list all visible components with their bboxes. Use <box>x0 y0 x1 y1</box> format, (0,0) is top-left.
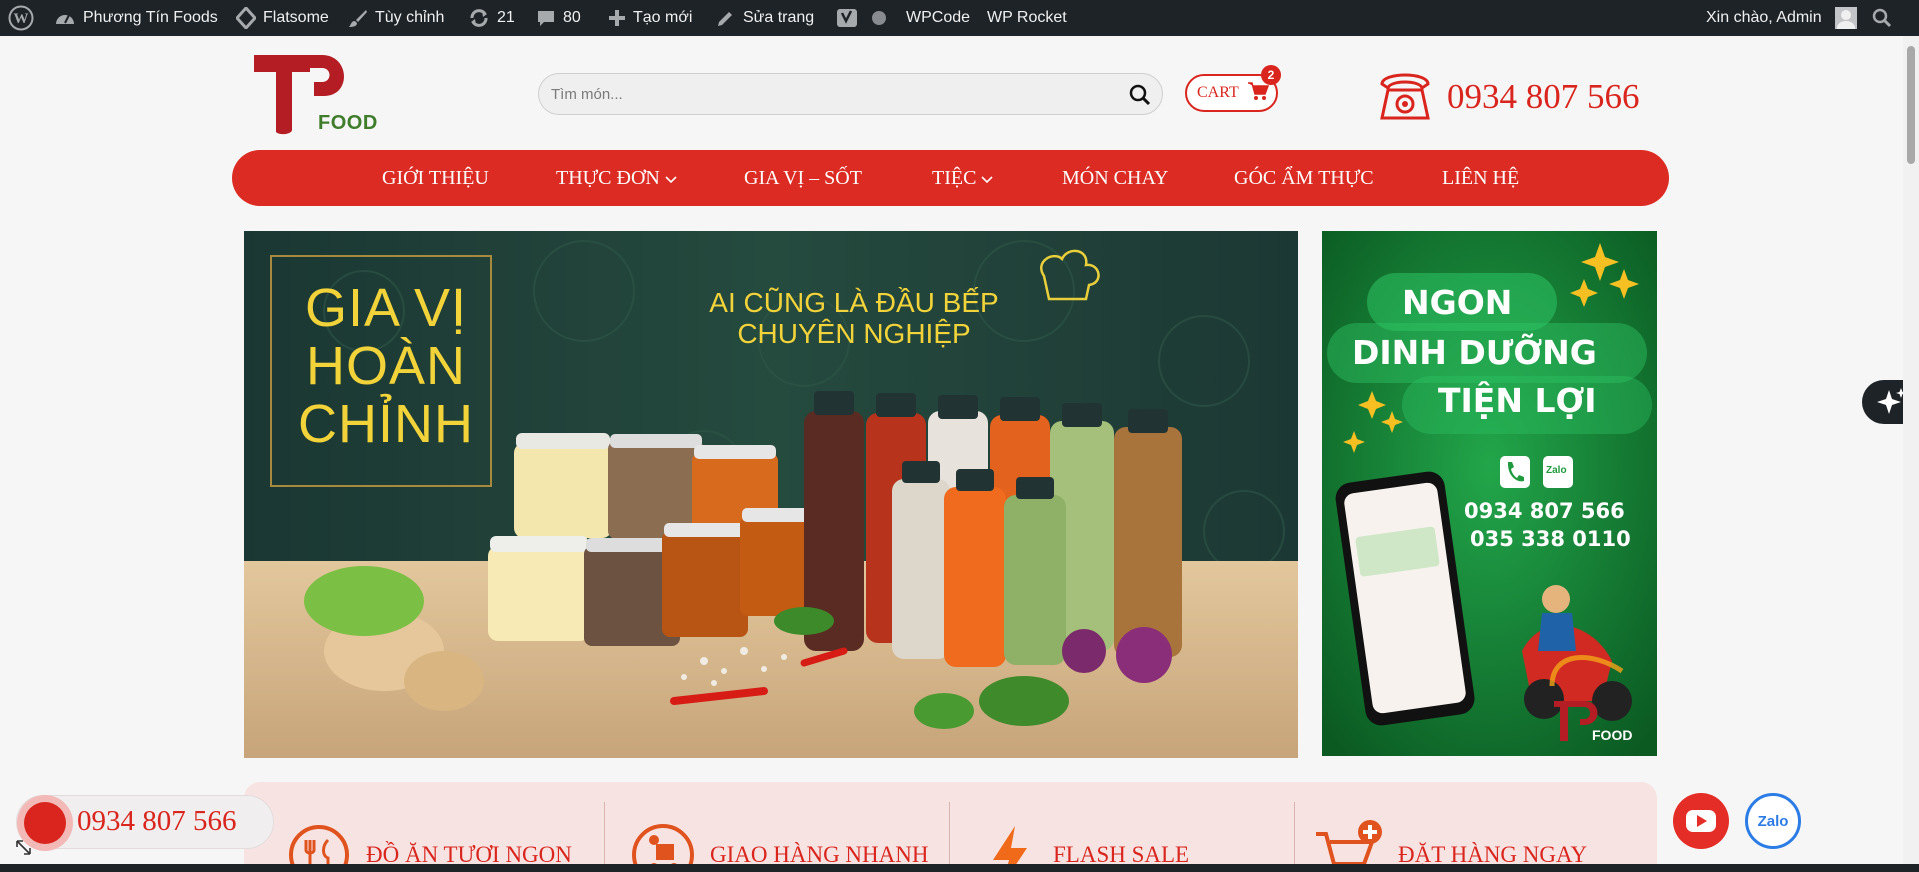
feature-fast-delivery[interactable]: GIAO HÀNG NHANH <box>604 782 948 872</box>
brush-icon <box>348 8 368 28</box>
feature-flash-sale[interactable]: FLASH SALE <box>949 782 1293 872</box>
nav-item-contact[interactable]: LIÊN HỆ <box>1442 150 1519 206</box>
cart-count-badge: 2 <box>1261 65 1281 85</box>
comments-menu[interactable]: 80 <box>536 0 581 36</box>
header-phone-number[interactable]: 0934 807 566 <box>1447 77 1640 117</box>
features-strip: ĐỒ ĂN TƯƠI NGON GIAO HÀNG NHANH FLASH SA… <box>244 782 1657 872</box>
customize-menu[interactable]: Tùy chỉnh <box>348 0 444 36</box>
side-banner[interactable]: NGON DINH DƯỠNG TIỆN LỢI Zalo 0934 807 5… <box>1322 231 1657 756</box>
wordpress-logo-icon[interactable]: W <box>8 0 34 36</box>
updates-menu[interactable]: 21 <box>468 0 515 36</box>
nav-label: TIỆC <box>932 166 977 189</box>
flatsome-icon <box>236 7 256 29</box>
new-content-label: Tạo mới <box>633 9 693 26</box>
banner-title-line: CHỈNH <box>298 394 474 454</box>
wp-admin-bar: W Phương Tín Foods Flatsome Tùy chỉnh 21… <box>0 0 1919 36</box>
side-line-3: TIỆN LỢI <box>1438 381 1597 420</box>
nav-label: GIA VỊ – SỐT <box>744 166 862 189</box>
main-navigation: GIỚI THIỆU THỰC ĐƠN GIA VỊ – SỐT TIỆC MÓ… <box>232 150 1669 206</box>
nav-item-vegetarian[interactable]: MÓN CHAY <box>1062 150 1169 206</box>
nav-item-menu[interactable]: THỰC ĐƠN <box>556 150 677 206</box>
zalo-button[interactable]: Zalo <box>1745 793 1801 849</box>
wpcode-label: WPCode <box>906 9 971 26</box>
wprocket-menu[interactable]: WP Rocket <box>987 0 1067 36</box>
side-phone-1: 0934 807 566 <box>1464 499 1625 523</box>
telephone-icon <box>1376 66 1434 124</box>
page-scrollbar[interactable] <box>1903 36 1919 872</box>
banner-title-line: HOÀN <box>305 336 466 396</box>
refresh-icon <box>468 8 490 28</box>
nav-item-party[interactable]: TIỆC <box>932 150 994 206</box>
yoast-menu[interactable] <box>836 0 858 36</box>
banner-title-line: GIA VỊ <box>304 278 468 338</box>
bottom-edge-bar <box>0 864 1919 872</box>
chevron-down-icon <box>981 167 994 190</box>
customize-label: Tùy chỉnh <box>375 9 445 26</box>
status-dot-icon <box>871 10 887 26</box>
feature-order-now[interactable]: ĐẶT HÀNG NGAY <box>1294 782 1657 872</box>
banner-slogan-line: CHUYÊN NGHIỆP <box>737 318 971 349</box>
side-line-1: NGON <box>1402 283 1513 322</box>
nav-item-about[interactable]: GIỚI THIỆU <box>382 150 489 206</box>
side-line-2: DINH DƯỠNG <box>1352 333 1597 372</box>
scrollbar-thumb[interactable] <box>1907 46 1915 164</box>
nav-label: GÓC ẨM THỰC <box>1234 166 1374 189</box>
main-banner[interactable]: GIA VỊ HOÀN CHỈNH AI CŨNG LÀ ĐẦU BẾP CHU… <box>244 231 1298 758</box>
admin-search-button[interactable] <box>1872 0 1892 36</box>
edit-page-label: Sửa trang <box>743 9 815 26</box>
floating-call-button[interactable]: 0934 807 566 <box>16 795 274 851</box>
side-phone-2: 035 338 0110 <box>1470 527 1631 551</box>
youtube-button[interactable] <box>1673 793 1729 849</box>
flatsome-label: Flatsome <box>263 9 329 26</box>
feature-fresh-food[interactable]: ĐỒ ĂN TƯƠI NGON <box>244 782 599 872</box>
floating-phone-number: 0934 807 566 <box>77 805 237 837</box>
seo-status-dot[interactable] <box>871 0 887 36</box>
search-form <box>538 73 1163 115</box>
greeting-label: Xin chào, Admin <box>1706 9 1822 26</box>
updates-count: 21 <box>497 9 515 26</box>
yoast-icon <box>836 7 858 29</box>
nav-label: LIÊN HỆ <box>1442 166 1520 189</box>
pencil-icon <box>716 8 736 28</box>
banner-slogan: AI CŨNG LÀ ĐẦU BẾP CHUYÊN NGHIỆP <box>684 287 1024 349</box>
side-zalo-label: Zalo <box>1546 465 1567 476</box>
nav-item-spices[interactable]: GIA VỊ – SỐT <box>744 150 862 206</box>
banner-slogan-line: AI CŨNG LÀ ĐẦU BẾP <box>709 287 999 318</box>
plus-icon <box>608 9 626 27</box>
nav-label: GIỚI THIỆU <box>382 166 489 189</box>
cart-label: CART <box>1197 84 1239 101</box>
wprocket-label: WP Rocket <box>987 9 1067 26</box>
magnifier-icon <box>1129 84 1151 106</box>
edit-page-menu[interactable]: Sửa trang <box>716 0 814 36</box>
site-logo[interactable]: FOOD <box>252 52 382 136</box>
nav-label: MÓN CHAY <box>1062 166 1169 189</box>
site-name-label: Phương Tín Foods <box>83 9 218 26</box>
side-logo-food: FOOD <box>1592 727 1633 743</box>
flatsome-menu[interactable]: Flatsome <box>236 0 329 36</box>
svg-text:W: W <box>14 11 29 27</box>
banner-title: GIA VỊ HOÀN CHỈNH <box>286 279 486 453</box>
search-icon <box>1872 8 1892 28</box>
nav-item-food-corner[interactable]: GÓC ẨM THỰC <box>1234 150 1374 206</box>
cart-icon <box>1247 81 1269 106</box>
youtube-icon <box>1686 810 1716 832</box>
logo-food-text: FOOD <box>318 112 378 134</box>
chevron-down-icon <box>665 167 677 190</box>
expand-arrow-icon[interactable] <box>14 838 34 858</box>
site-name-menu[interactable]: Phương Tín Foods <box>54 0 218 36</box>
avatar <box>1834 7 1857 29</box>
nav-label: THỰC ĐƠN <box>556 166 660 189</box>
search-button[interactable] <box>1128 83 1152 107</box>
wpcode-menu[interactable]: WPCode <box>906 0 970 36</box>
dashboard-icon <box>54 8 76 28</box>
comment-icon <box>536 8 556 28</box>
new-content-menu[interactable]: Tạo mới <box>608 0 692 36</box>
comments-count: 80 <box>563 9 581 26</box>
zalo-label: Zalo <box>1757 812 1789 830</box>
search-input[interactable] <box>551 74 1111 114</box>
account-menu[interactable]: Xin chào, Admin <box>1706 0 1857 36</box>
